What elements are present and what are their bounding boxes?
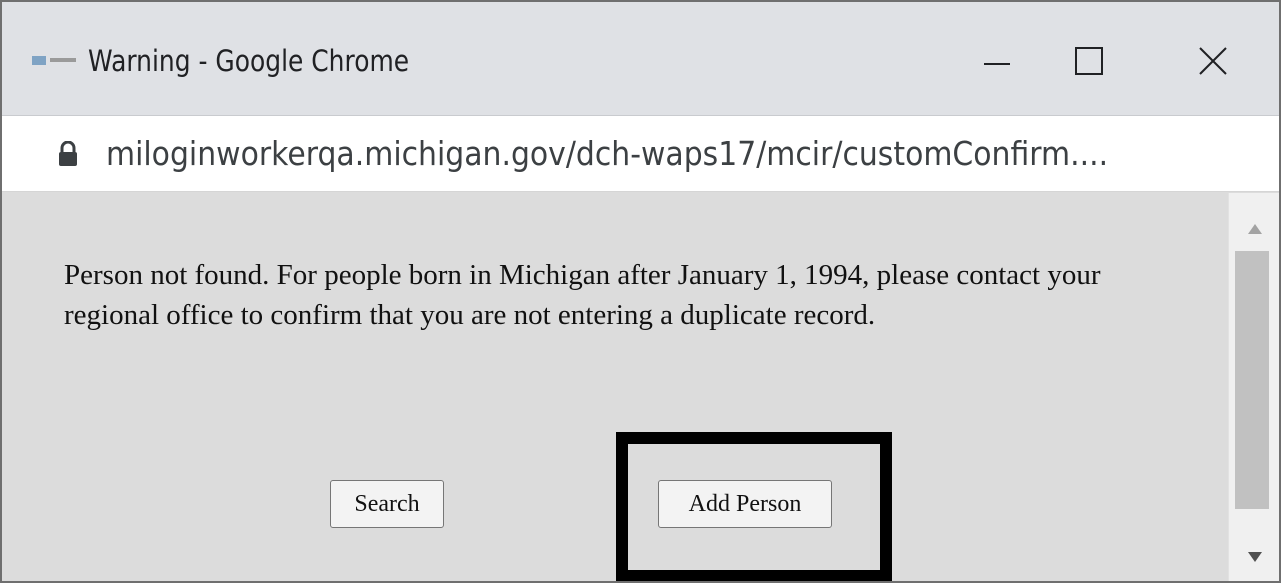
scrollbar-thumb[interactable] [1235,251,1269,509]
address-bar[interactable]: miloginworkerqa.michigan.gov/dch-waps17/… [2,116,1279,192]
search-button[interactable]: Search [330,480,444,528]
close-icon [1199,47,1227,75]
title-bar: Warning - Google Chrome [2,2,1279,116]
warning-message: Person not found. For people born in Mic… [64,259,1101,331]
minimize-button[interactable] [957,24,1037,98]
add-person-button[interactable]: Add Person [658,480,832,528]
popup-window: Warning - Google Chrome miloginworkerqa.… [0,0,1281,583]
scroll-up-arrow-icon[interactable] [1247,223,1263,235]
dialog-content: Person not found. For people born in Mic… [2,193,1228,581]
vertical-scrollbar[interactable] [1228,193,1279,581]
scroll-down-arrow-icon[interactable] [1247,551,1263,563]
maximize-button[interactable] [1049,24,1129,98]
url-text: miloginworkerqa.michigan.gov/dch-waps17/… [106,134,1109,173]
window-title: Warning - Google Chrome [88,44,410,78]
maximize-icon [1075,47,1103,75]
minimize-icon [984,63,1010,65]
lock-icon [59,141,77,166]
close-button[interactable] [1173,24,1253,98]
site-favicon-icon [32,56,76,65]
